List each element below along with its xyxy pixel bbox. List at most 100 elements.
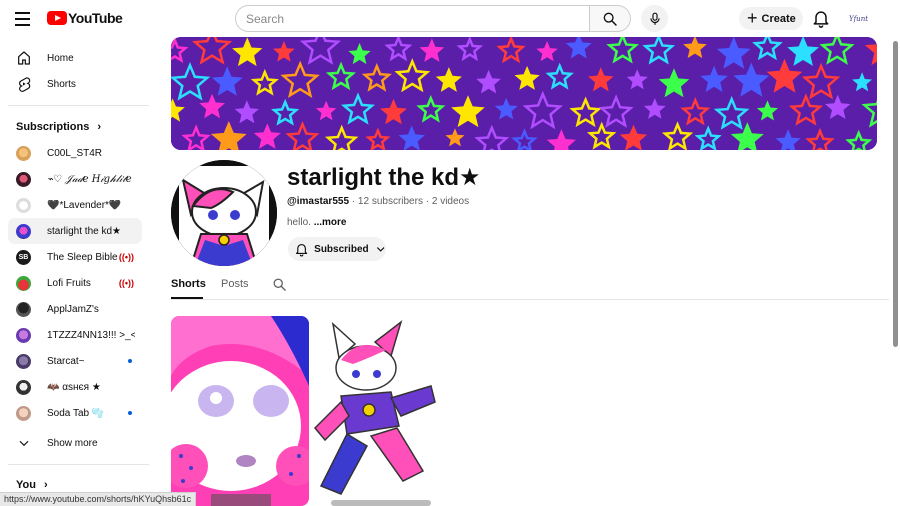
channel-description: hello. ...more	[287, 217, 346, 228]
sidebar-show-more[interactable]: Show more	[8, 430, 142, 456]
active-tab-underline	[171, 297, 203, 299]
search-button[interactable]	[589, 5, 631, 32]
sidebar-divider	[8, 105, 149, 106]
meta-separator: ·	[425, 196, 430, 207]
sidebar-divider	[8, 464, 149, 465]
short-thumbnail[interactable]	[171, 316, 309, 506]
description-text: hello.	[287, 217, 311, 228]
sidebar-item-home[interactable]: Home	[8, 45, 142, 71]
sidebar-item-label: 1TZZZ4NN13!!! >_<...	[47, 329, 135, 341]
sidebar-item-label: ⌁♡ 𝒥𝒶𝒹𝑒 𝐻𝒾𝑔𝒽𝓁𝒾𝓉𝑒	[47, 173, 132, 185]
short-thumbnail-image	[311, 316, 437, 506]
character-avatar-image	[171, 160, 277, 266]
you-header[interactable]: You ›	[16, 479, 48, 491]
sidebar-item-subscription[interactable]: 1TZZZ4NN13!!! >_<...	[8, 322, 142, 348]
subscriber-count: 12 subscribers	[357, 196, 423, 207]
short-thumbnail-image	[171, 316, 309, 506]
subscriptions-label: Subscriptions	[16, 121, 90, 133]
account-avatar[interactable]: Yfunt	[848, 8, 869, 29]
new-content-dot	[128, 359, 132, 363]
chevron-right-icon: ›	[97, 121, 102, 133]
channel-tabs: Shorts Posts	[171, 270, 889, 300]
sidebar-item-label: Lofi Fruits	[47, 277, 91, 289]
sidebar-item-subscription[interactable]: C00L_ST4R	[8, 140, 142, 166]
sidebar-item-subscription[interactable]: Soda Tab 🫧	[8, 400, 142, 426]
link-status-bar: https://www.youtube.com/shorts/hKYuQhsb6…	[0, 492, 197, 506]
sidebar-item-subscription[interactable]: SB The Sleep Bible ((•))	[8, 244, 142, 270]
youtube-logo[interactable]: YouTube	[47, 10, 123, 26]
channel-avatar-icon	[16, 327, 31, 343]
sidebar-item-label: C00L_ST4R	[47, 147, 103, 159]
create-label: Create	[761, 12, 796, 25]
subscribed-button[interactable]: Subscribed	[288, 237, 386, 261]
scrollbar-thumb[interactable]	[893, 41, 898, 347]
channel-avatar-icon	[16, 197, 31, 213]
search-icon[interactable]	[272, 277, 287, 292]
youtube-play-icon	[47, 11, 67, 25]
channel-avatar-icon: SB	[16, 249, 31, 265]
logo-text: YouTube	[68, 10, 123, 26]
chevron-down-icon	[376, 247, 385, 252]
subscribed-label: Subscribed	[314, 243, 369, 255]
meta-separator: ·	[351, 196, 356, 207]
sidebar-item-label: starlight the kd★	[47, 225, 121, 237]
sidebar: Home Shorts Subscriptions › C00L_ST4R ⌁♡…	[0, 37, 157, 506]
channel-avatar-icon	[16, 379, 31, 395]
channel-avatar-icon	[16, 145, 31, 161]
channel-avatar[interactable]	[171, 160, 277, 266]
channel-name: starlight the kd★	[287, 164, 481, 191]
channel-avatar-icon	[16, 223, 31, 239]
sidebar-item-label: 🖤*Lavender*🖤	[47, 199, 122, 211]
stars-banner-image	[171, 37, 877, 150]
channel-handle: @imastar555	[287, 196, 350, 207]
sidebar-item-shorts[interactable]: Shorts	[8, 71, 142, 97]
shorts-icon	[16, 76, 32, 92]
microphone-icon	[649, 12, 660, 25]
sidebar-item-subscription[interactable]: ⌁♡ 𝒥𝒶𝒹𝑒 𝐻𝒾𝑔𝒽𝓁𝒾𝓉𝑒	[8, 166, 142, 192]
sidebar-item-label: ApplJamZ's	[47, 303, 99, 315]
live-indicator-icon: ((•))	[118, 252, 134, 262]
sidebar-item-label: Show more	[47, 437, 98, 449]
video-count: 2 videos	[431, 196, 470, 207]
sidebar-item-label: The Sleep Bible	[47, 251, 118, 263]
you-label: You	[16, 479, 36, 491]
subscriptions-header[interactable]: Subscriptions ›	[16, 121, 101, 133]
sidebar-item-label: Home	[47, 52, 74, 64]
channel-banner	[171, 37, 877, 150]
live-indicator-icon: ((•))	[118, 278, 134, 288]
sidebar-item-subscription[interactable]: ApplJamZ's	[8, 296, 142, 322]
bell-icon	[295, 244, 308, 257]
more-link[interactable]: ...more	[314, 217, 347, 228]
notifications-button[interactable]	[811, 8, 831, 28]
sidebar-item-label: Shorts	[47, 78, 76, 90]
sidebar-item-label: Starcat~	[47, 355, 85, 367]
new-content-dot	[128, 411, 132, 415]
channel-meta: @imastar555 · 12 subscribers · 2 videos	[287, 196, 469, 207]
sidebar-item-subscription[interactable]: Lofi Fruits ((•))	[8, 270, 142, 296]
page-scrollbar[interactable]	[891, 37, 900, 506]
sidebar-item-label: 🦇 αѕнєя ★	[47, 381, 101, 393]
sidebar-item-subscription[interactable]: 🦇 αѕнєя ★	[8, 374, 142, 400]
chevron-right-icon: ›	[43, 479, 48, 491]
search-icon	[603, 12, 617, 26]
chevron-down-icon	[16, 435, 32, 451]
bell-icon	[813, 11, 829, 28]
tab-posts[interactable]: Posts	[221, 278, 249, 290]
short-thumbnail[interactable]	[311, 316, 437, 506]
channel-avatar-icon	[16, 301, 31, 317]
create-button[interactable]: + Create	[739, 7, 803, 30]
channel-avatar-icon	[16, 171, 31, 187]
menu-icon[interactable]	[13, 9, 33, 27]
voice-search-button[interactable]	[641, 5, 668, 32]
channel-avatar-icon	[16, 405, 31, 421]
tab-shorts[interactable]: Shorts	[171, 278, 206, 290]
search-bar	[235, 5, 631, 32]
plus-icon: +	[747, 8, 758, 28]
sidebar-item-subscription[interactable]: Starcat~	[8, 348, 142, 374]
sidebar-item-label: Soda Tab 🫧	[47, 407, 105, 419]
search-input[interactable]	[235, 5, 589, 32]
sidebar-item-subscription-active[interactable]: starlight the kd★	[8, 218, 142, 244]
sidebar-item-subscription[interactable]: 🖤*Lavender*🖤	[8, 192, 142, 218]
channel-avatar-icon	[16, 353, 31, 369]
home-icon	[16, 50, 32, 66]
